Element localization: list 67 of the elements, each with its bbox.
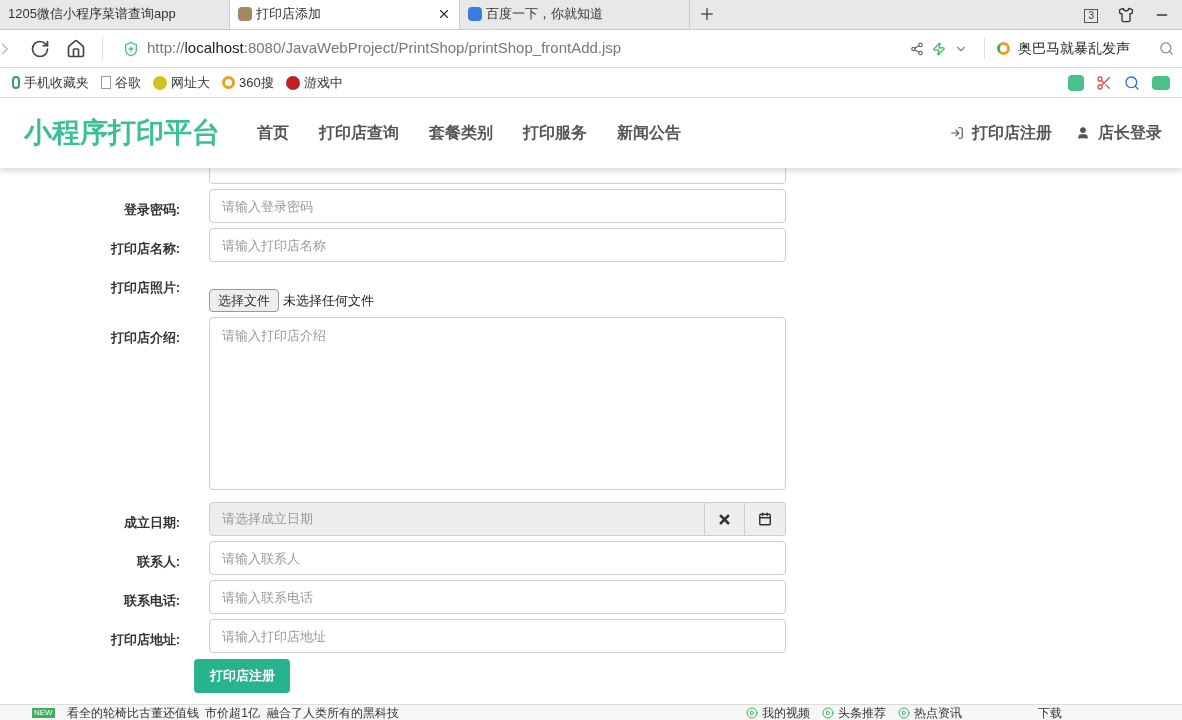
- ring-icon: [997, 42, 1010, 55]
- home-icon[interactable]: [66, 38, 86, 59]
- bookmark-icon: [285, 75, 300, 90]
- file-status: 未选择任何文件: [283, 291, 374, 310]
- bookmark-item[interactable]: 谷歌: [101, 72, 141, 93]
- nav-link[interactable]: 套餐类别: [421, 121, 501, 145]
- news-ticker[interactable]: 看全的轮椅比古董还值钱 市价超1亿 融合了人类所有的黑科技: [66, 705, 399, 720]
- status-item[interactable]: 热点资讯: [898, 705, 962, 720]
- tab-favicon-icon: [238, 7, 252, 21]
- field-label: 打印店照片:: [110, 280, 180, 295]
- calendar-icon: [758, 512, 772, 526]
- date-field[interactable]: 请选择成立日期: [209, 502, 705, 536]
- nav-link[interactable]: 首页: [249, 121, 297, 145]
- field-label: 联系人:: [136, 554, 180, 569]
- input-field[interactable]: 请输入打印店地址: [209, 619, 786, 653]
- bookmark-icon: [101, 76, 111, 89]
- bookmark-icon: [12, 76, 20, 89]
- search-icon[interactable]: [1124, 74, 1140, 91]
- play-icon: [898, 706, 910, 719]
- input-field[interactable]: 请输入联系人: [209, 541, 786, 575]
- share-icon[interactable]: [910, 41, 924, 56]
- clear-button[interactable]: [705, 502, 745, 536]
- nav-link[interactable]: 打印店查询: [311, 121, 407, 145]
- browser-tab[interactable]: 打印店添加: [230, 0, 460, 29]
- play-icon: [822, 706, 834, 719]
- tab-favicon-icon: [468, 7, 482, 21]
- field-label: 打印店介绍:: [110, 330, 180, 345]
- close-icon: [717, 511, 732, 527]
- new-tab-icon[interactable]: [698, 5, 716, 23]
- reload-icon[interactable]: [30, 38, 50, 59]
- download-link[interactable]: 下载: [1038, 705, 1062, 720]
- bookmark-icon: [153, 75, 167, 90]
- bookmark-icon: [222, 76, 235, 89]
- field-label: 登录密码:: [123, 202, 180, 217]
- bookmark-item[interactable]: 网址大: [153, 72, 210, 93]
- field-label: 联系电话:: [123, 593, 180, 608]
- status-item[interactable]: 我的视频: [746, 705, 810, 720]
- close-icon[interactable]: [437, 7, 451, 21]
- field-label: 成立日期:: [123, 515, 180, 530]
- scissors-icon[interactable]: [1096, 74, 1112, 91]
- field-label: 打印店地址:: [110, 632, 180, 647]
- input-field[interactable]: 请输入联系电话: [209, 580, 786, 614]
- shield-icon: [123, 40, 139, 57]
- user-icon: [1076, 126, 1090, 140]
- textarea-field[interactable]: 请输入打印店介绍: [209, 317, 786, 490]
- bookmark-item[interactable]: 游戏中: [285, 72, 343, 93]
- field-label: 打印店名称:: [110, 241, 180, 256]
- search-icon: [1159, 41, 1174, 56]
- register-link[interactable]: 打印店注册: [972, 121, 1052, 145]
- nav-link[interactable]: 新闻公告: [609, 121, 689, 145]
- input-field[interactable]: 请输入打印店名称: [209, 228, 786, 262]
- new-badge: NEW: [32, 707, 55, 718]
- play-icon: [746, 706, 758, 719]
- status-item[interactable]: 头条推荐: [822, 705, 886, 720]
- nav-link[interactable]: 打印服务: [515, 121, 595, 145]
- address-bar[interactable]: http://localhost:8080/JavaWebProject/PrintShop/printShop_frontAdd.jsp: [102, 37, 894, 60]
- search-box[interactable]: 奥巴马就暴乱发声: [984, 38, 1174, 59]
- login-link[interactable]: 店长登录: [1098, 121, 1162, 145]
- bookmark-item[interactable]: 360搜: [222, 72, 274, 93]
- bookmark-item[interactable]: 手机收藏夹: [12, 72, 89, 93]
- shirt-icon[interactable]: [1118, 7, 1134, 23]
- login-icon: [950, 126, 964, 140]
- tab-count[interactable]: 3: [1084, 9, 1098, 23]
- lightning-icon[interactable]: [932, 41, 946, 56]
- calendar-button[interactable]: [745, 502, 786, 536]
- input-field[interactable]: 请输入登录密码: [209, 189, 786, 223]
- choose-file-button[interactable]: 选择文件: [209, 289, 279, 312]
